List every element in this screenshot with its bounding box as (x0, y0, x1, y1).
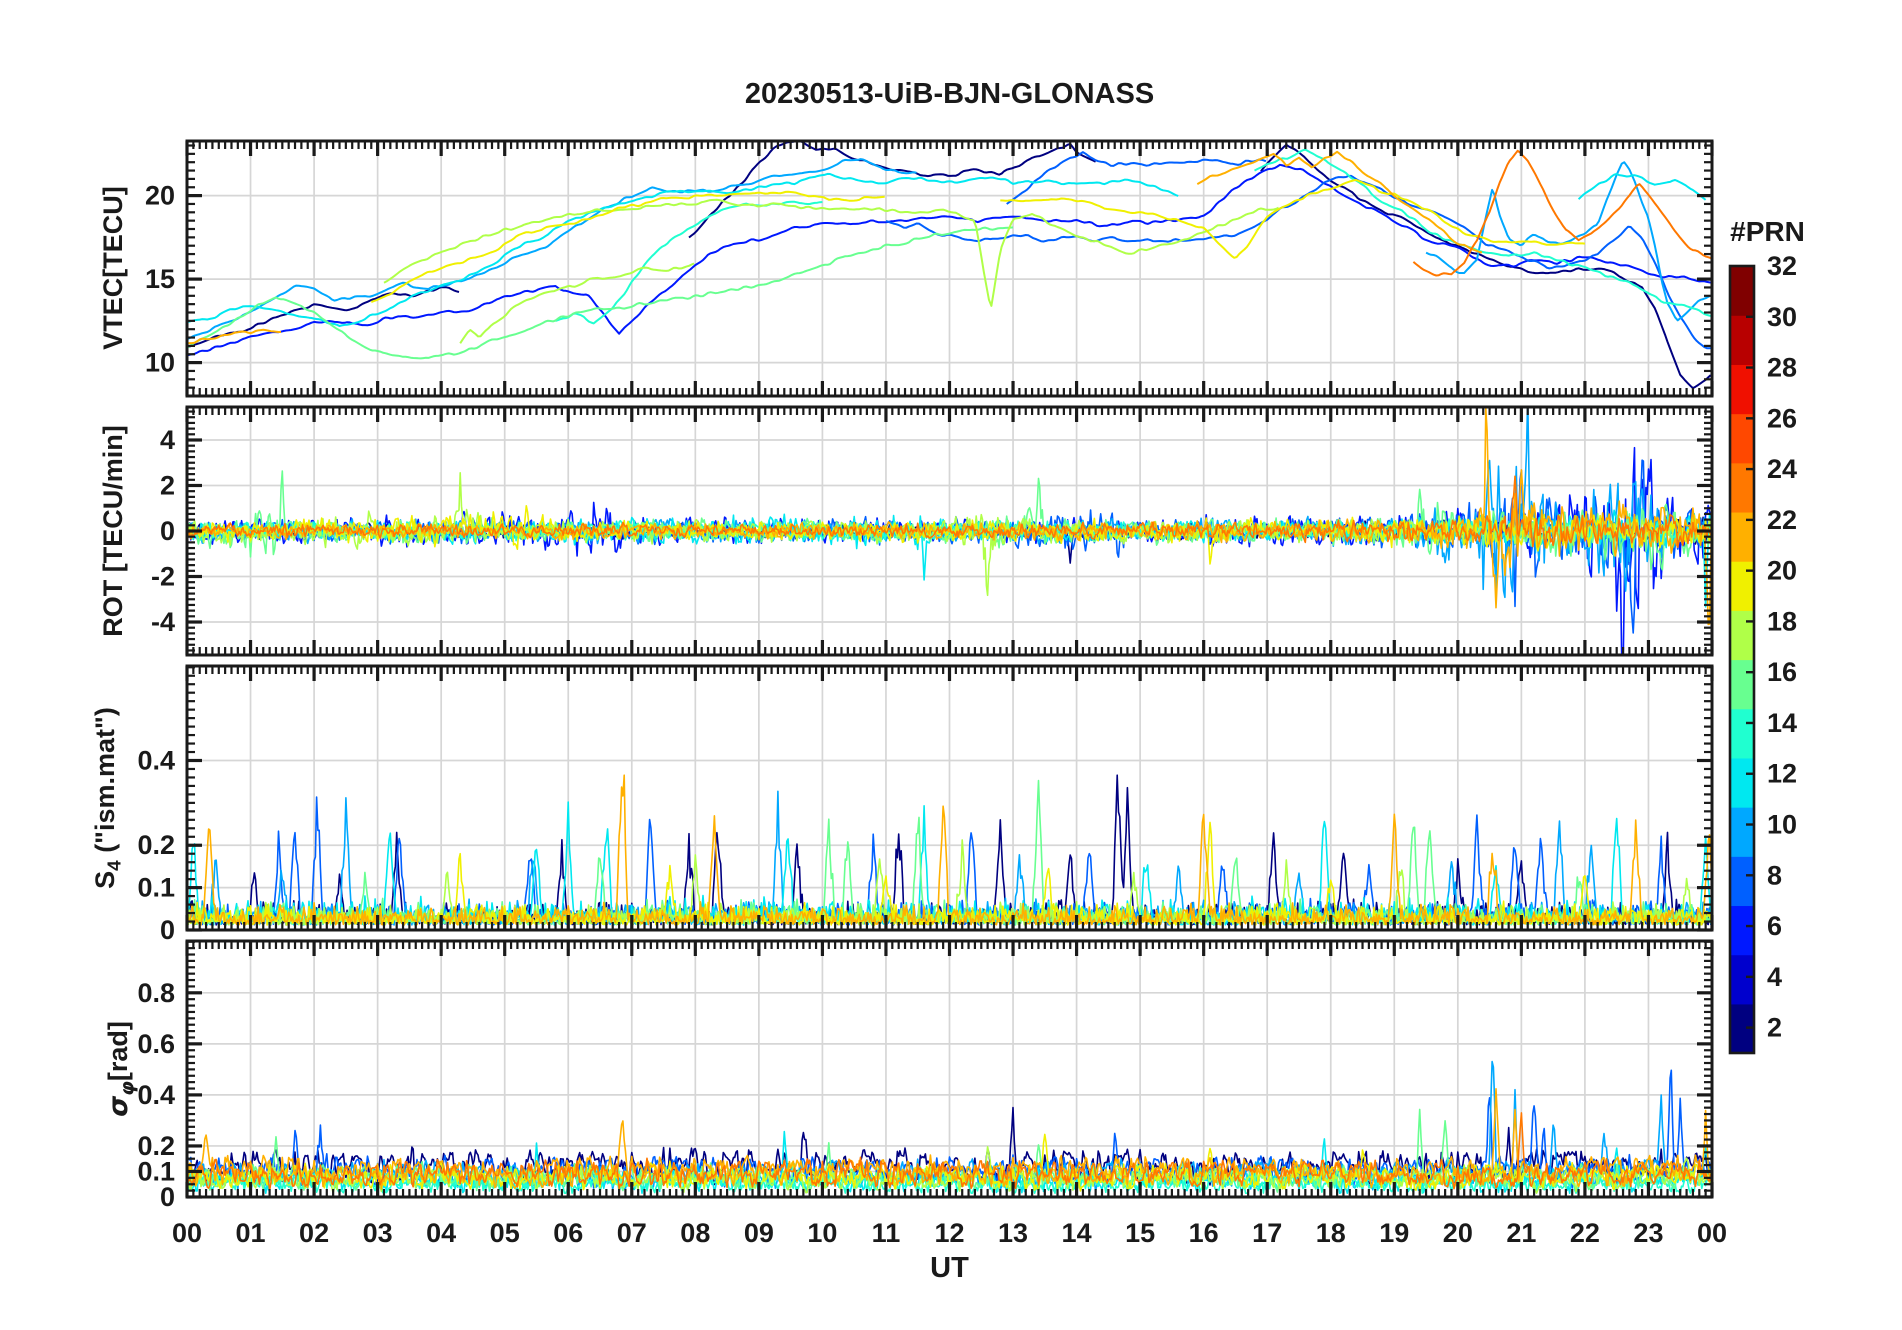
x-tick-label: 18 (1316, 1218, 1346, 1248)
x-tick-label: 04 (426, 1218, 456, 1248)
y-tick-label: 0.4 (137, 1080, 175, 1110)
x-tick-label: 05 (490, 1218, 520, 1248)
colorbar-tick-label: 20 (1767, 556, 1797, 586)
colorbar-tick-label: 16 (1767, 657, 1797, 687)
y-tick-label: 0.2 (137, 1131, 175, 1161)
colorbar-tick-label: 18 (1767, 606, 1797, 636)
colorbar-tick-label: 8 (1767, 860, 1782, 890)
x-tick-label: 12 (934, 1218, 964, 1248)
colorbar-tick-label: 32 (1767, 251, 1797, 281)
y-tick-label: 20 (145, 181, 175, 211)
x-tick-label: 11 (872, 1218, 901, 1248)
y-axis-label-sigma-phi: σφ[rad] (103, 1021, 139, 1117)
x-tick-label: 13 (998, 1218, 1028, 1248)
y-tick-label: 0.6 (137, 1029, 175, 1059)
colorbar-title: #PRN (1730, 216, 1805, 247)
x-tick-label: 22 (1570, 1218, 1600, 1248)
y-tick-label: 0.1 (137, 873, 175, 903)
y-tick-label: -4 (151, 607, 175, 637)
y-tick-label: 0.1 (137, 1156, 175, 1186)
x-tick-label: 08 (680, 1218, 710, 1248)
chart-title: 20230513-UiB-BJN-GLONASS (744, 78, 1155, 110)
chart-canvas: 101520-4-202400.10.20.400.10.20.40.60.80… (137, 139, 1797, 1248)
x-tick-label: 06 (553, 1218, 583, 1248)
colorbar-tick-label: 14 (1767, 708, 1797, 738)
x-tick-label: 14 (1062, 1218, 1092, 1248)
y-tick-label: 2 (160, 470, 175, 500)
colorbar-tick-label: 26 (1767, 403, 1797, 433)
colorbar-tick-label: 30 (1767, 302, 1797, 332)
figure-container: 10 15 20 -4 -2 0 2 4 0 0.1 0.2 0.4 0 0.1 0.2 0.4 0.6 0.8 0… (0, 0, 1902, 1330)
colorbar-tick-label: 24 (1767, 454, 1797, 484)
colorbar-tick-label: 2 (1767, 1013, 1782, 1043)
x-tick-label: 16 (1189, 1218, 1219, 1248)
y-tick-label: 15 (145, 264, 175, 294)
x-tick-label: 19 (1379, 1218, 1409, 1248)
colorbar-tick-label: 12 (1767, 759, 1797, 789)
y-tick-label: 0 (160, 1182, 175, 1212)
x-tick-label: 17 (1252, 1218, 1282, 1248)
colorbar-tick-label: 6 (1767, 911, 1782, 941)
y-tick-label: 0.2 (137, 830, 175, 860)
x-tick-label: 00 (172, 1218, 202, 1248)
y-tick-label: 0.4 (137, 745, 175, 775)
y-tick-label: 0.8 (137, 978, 175, 1008)
x-tick-label: 09 (744, 1218, 774, 1248)
x-tick-label: 02 (299, 1218, 329, 1248)
x-axis-label: UT (930, 1252, 969, 1284)
x-tick-label: 20 (1443, 1218, 1473, 1248)
colorbar-tick-label: 4 (1767, 962, 1782, 992)
colorbar-tick-label: 28 (1767, 353, 1797, 383)
y-tick-label: 0 (160, 516, 175, 546)
x-tick-label: 01 (236, 1218, 266, 1248)
colorbar-tick-label: 22 (1767, 505, 1797, 535)
y-tick-label: 0 (160, 915, 175, 945)
y-tick-label: -2 (151, 562, 175, 592)
y-tick-label: 4 (160, 425, 175, 455)
x-tick-label: 00 (1697, 1218, 1727, 1248)
y-tick-label: 10 (145, 348, 175, 378)
x-tick-label: 23 (1633, 1218, 1663, 1248)
colorbar: 32 30 28 26 24 22 20 18 16 14 12 10 8 6 4 2 (1728, 251, 1797, 1055)
colorbar-tick-label: 10 (1767, 810, 1797, 840)
x-tick-label: 03 (363, 1218, 393, 1248)
x-tick-label: 10 (807, 1218, 837, 1248)
x-tick-label: 21 (1506, 1218, 1536, 1248)
x-tick-label: 15 (1125, 1218, 1155, 1248)
x-tick-label: 07 (617, 1218, 647, 1248)
